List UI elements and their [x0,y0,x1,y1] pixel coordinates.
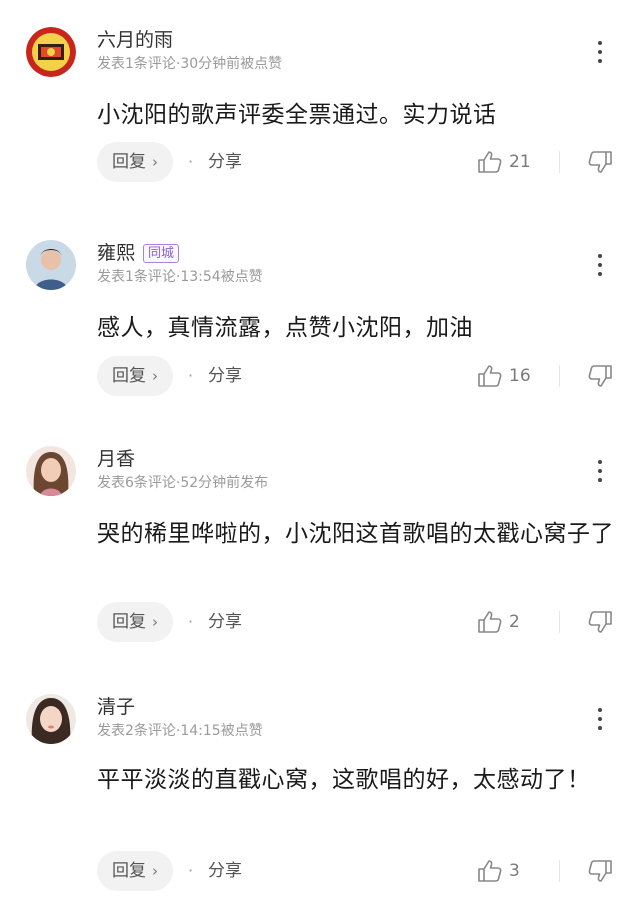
username[interactable]: 清子 [97,695,135,719]
reply-button[interactable]: 回复 › [97,851,173,891]
chevron-right-icon: › [152,862,158,880]
like-button[interactable]: 21 [477,142,531,182]
separator-dot: · [188,861,194,880]
comment-actions: 回复 › · 分享 2 [0,602,640,642]
thumbs-down-icon[interactable] [587,610,613,634]
like-button[interactable]: 2 [477,602,520,642]
more-vertical-icon[interactable] [590,706,610,734]
share-button[interactable]: 分享 [208,851,242,891]
comment-meta: 发表1条评论·13:54被点赞 [97,269,263,285]
comment-text: 感人，真情流露，点赞小沈阳，加油 [97,315,473,341]
location-badge: 同城 [143,244,180,263]
thumbs-down-icon[interactable] [587,859,613,883]
separator-dot: · [188,366,194,385]
comment-actions: 回复 › · 分享 21 [0,142,640,182]
like-count: 2 [509,612,520,632]
avatar[interactable] [26,446,76,496]
thumbs-up-icon [478,365,502,387]
comment-actions: 回复 › · 分享 3 [0,851,640,891]
chevron-right-icon: › [152,153,158,171]
comment-text: 哭的稀里哗啦的，小沈阳这首歌唱的太戳心窝子了 [97,521,614,547]
chevron-right-icon: › [152,613,158,631]
username[interactable]: 月香 [97,447,135,471]
like-count: 3 [509,861,520,881]
username[interactable]: 雍熙 同城 [97,241,180,265]
comment-list: 六月的雨 发表1条评论·30分钟前被点赞 小沈阳的歌声评委全票通过。实力说话 回… [0,0,640,910]
like-button[interactable]: 3 [477,851,520,891]
like-count: 16 [509,366,531,386]
avatar[interactable] [26,27,76,77]
like-button[interactable]: 16 [477,356,531,396]
thumbs-up-icon [478,860,502,882]
comment-meta: 发表6条评论·52分钟前发布 [97,475,269,491]
divider [559,365,560,387]
comment-text: 平平淡淡的直戳心窝，这歌唱的好，太感动了！ [97,767,591,793]
more-vertical-icon[interactable] [590,252,610,280]
like-count: 21 [509,152,531,172]
share-button[interactable]: 分享 [208,356,242,396]
separator-dot: · [188,152,194,171]
share-button[interactable]: 分享 [208,602,242,642]
thumbs-up-icon [478,611,502,633]
comment-text: 小沈阳的歌声评委全票通过。实力说话 [97,102,497,128]
more-vertical-icon[interactable] [590,458,610,486]
username[interactable]: 六月的雨 [97,28,173,52]
divider [559,151,560,173]
reply-button[interactable]: 回复 › [97,356,173,396]
separator-dot: · [188,612,194,631]
comment-actions: 回复 › · 分享 16 [0,356,640,396]
share-button[interactable]: 分享 [208,142,242,182]
chevron-right-icon: › [152,367,158,385]
divider [559,860,560,882]
reply-button[interactable]: 回复 › [97,142,173,182]
comment-meta: 发表1条评论·30分钟前被点赞 [97,56,283,72]
thumbs-down-icon[interactable] [587,364,613,388]
thumbs-up-icon [478,151,502,173]
avatar[interactable] [26,694,76,744]
comment-meta: 发表2条评论·14:15被点赞 [97,723,263,739]
thumbs-down-icon[interactable] [587,150,613,174]
divider [559,611,560,633]
more-vertical-icon[interactable] [590,39,610,67]
avatar[interactable] [26,240,76,290]
reply-button[interactable]: 回复 › [97,602,173,642]
